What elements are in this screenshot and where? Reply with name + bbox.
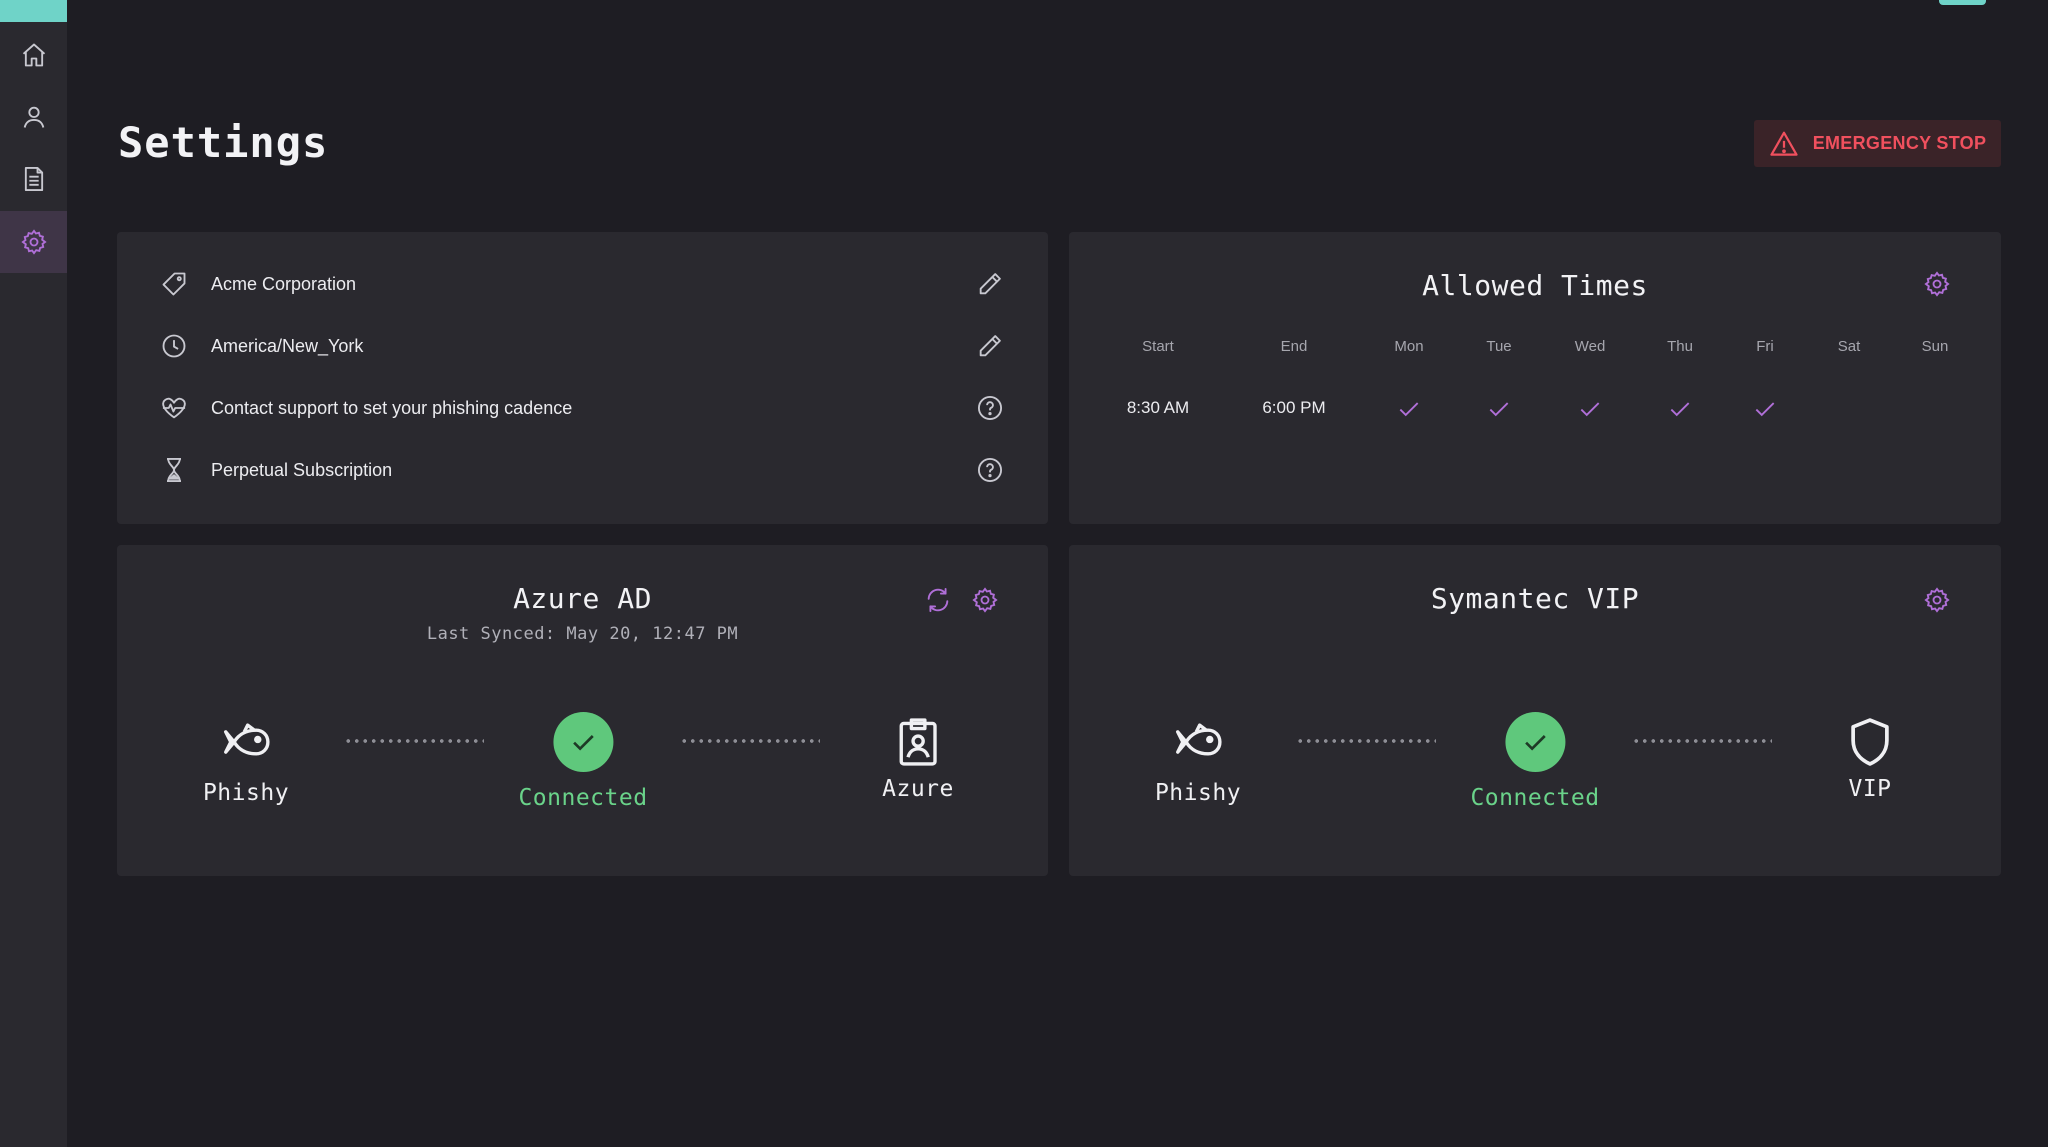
mon-check-icon bbox=[1396, 396, 1422, 427]
document-icon bbox=[24, 166, 43, 192]
check-circle-icon bbox=[553, 712, 613, 772]
info-row-subscription: Perpetual Subscription bbox=[159, 450, 1006, 490]
azure-connected-label: Connected bbox=[518, 785, 648, 811]
azure-label: Azure bbox=[882, 776, 954, 802]
home-icon bbox=[22, 43, 45, 67]
warning-icon bbox=[1770, 131, 1798, 156]
gear-icon bbox=[1924, 271, 1950, 297]
info-row-timezone: America/New_York bbox=[159, 326, 1006, 366]
symantec-vip-card: Symantec VIP Phishy Connected VIP bbox=[1069, 545, 2001, 876]
phishy-label: Phishy bbox=[202, 780, 290, 806]
sidebar bbox=[0, 0, 67, 1147]
vip-settings-button[interactable] bbox=[1921, 584, 1953, 616]
azure-sync-button[interactable] bbox=[922, 584, 954, 616]
sidebar-item-reports[interactable] bbox=[0, 148, 67, 210]
sidebar-item-settings[interactable] bbox=[0, 211, 67, 273]
vip-status: Connected bbox=[1470, 712, 1599, 811]
vip-right-connector bbox=[1632, 739, 1772, 743]
page-title: Settings bbox=[118, 118, 329, 167]
sidebar-item-home[interactable] bbox=[0, 24, 67, 86]
vip-phishy-node: Phishy bbox=[1155, 712, 1241, 806]
azure-ad-card: Azure AD Last Synced: May 20, 12:47 PM P… bbox=[117, 545, 1048, 876]
header-start: Start bbox=[1142, 338, 1174, 355]
azure-ad-title: Azure AD bbox=[513, 582, 652, 615]
gear-icon bbox=[20, 229, 47, 255]
header-thu: Thu bbox=[1667, 338, 1693, 355]
heartbeat-icon bbox=[159, 393, 189, 423]
shield-icon bbox=[1840, 712, 1900, 772]
pencil-icon bbox=[979, 273, 1001, 295]
header-sun: Sun bbox=[1921, 338, 1949, 355]
vip-provider-node: VIP bbox=[1840, 712, 1900, 802]
gear-icon bbox=[972, 587, 998, 613]
user-icon bbox=[23, 106, 44, 128]
fish-icon bbox=[216, 712, 276, 772]
info-row-organization: Acme Corporation bbox=[159, 264, 1006, 304]
info-row-cadence: Contact support to set your phishing cad… bbox=[159, 388, 1006, 428]
azure-right-connector bbox=[680, 739, 820, 743]
header-end: End bbox=[1280, 338, 1308, 355]
emergency-stop-button[interactable]: EMERGENCY STOP bbox=[1754, 120, 2001, 167]
emergency-stop-label: EMERGENCY STOP bbox=[1812, 133, 1987, 153]
timezone-value: America/New_York bbox=[211, 335, 364, 356]
vip-left-connector bbox=[1296, 739, 1436, 743]
subscription-help-button[interactable] bbox=[974, 454, 1006, 486]
header-fri: Fri bbox=[1756, 338, 1774, 355]
edit-organization-button[interactable] bbox=[974, 268, 1006, 300]
azure-left-connector bbox=[344, 739, 484, 743]
phishy-label: Phishy bbox=[1154, 780, 1242, 806]
end-time: 6:00 PM bbox=[1262, 398, 1326, 417]
tue-check-icon bbox=[1486, 396, 1512, 427]
thu-check-icon bbox=[1667, 396, 1693, 427]
help-icon bbox=[977, 457, 1003, 483]
cadence-help-button[interactable] bbox=[974, 392, 1006, 424]
brand-bar[interactable] bbox=[0, 0, 67, 22]
sync-icon bbox=[927, 587, 949, 613]
start-time: 8:30 AM bbox=[1126, 398, 1190, 417]
azure-settings-button[interactable] bbox=[969, 584, 1001, 616]
clock-icon bbox=[159, 331, 189, 361]
allowed-times-card: Allowed Times Start End Mon Tue Wed Thu … bbox=[1069, 232, 2001, 524]
azure-phishy-node: Phishy bbox=[203, 712, 289, 806]
header-wed: Wed bbox=[1574, 338, 1606, 355]
azure-status: Connected bbox=[518, 712, 647, 811]
subscription-text: Perpetual Subscription bbox=[211, 459, 393, 480]
allowed-times-settings-button[interactable] bbox=[1921, 268, 1953, 300]
sidebar-item-users[interactable] bbox=[0, 86, 67, 148]
symantec-vip-title: Symantec VIP bbox=[1430, 582, 1640, 615]
azure-last-synced: Last Synced: May 20, 12:47 PM bbox=[426, 624, 739, 644]
help-icon bbox=[977, 395, 1003, 421]
fish-icon bbox=[1168, 712, 1228, 772]
check-circle-icon bbox=[1505, 712, 1565, 772]
gear-icon bbox=[1924, 587, 1950, 613]
corner-accent bbox=[1939, 0, 1986, 5]
hourglass-icon bbox=[159, 455, 189, 485]
azure-provider-node: Azure bbox=[882, 712, 954, 802]
header-sat: Sat bbox=[1837, 338, 1861, 355]
vip-label: VIP bbox=[1848, 776, 1892, 802]
header-mon: Mon bbox=[1394, 338, 1424, 355]
allowed-times-header: Start End Mon Tue Wed Thu Fri Sat Sun bbox=[1069, 338, 2001, 368]
organization-name: Acme Corporation bbox=[211, 273, 357, 294]
organization-info-card: Acme Corporation America/New_York Contac… bbox=[117, 232, 1048, 524]
tag-icon bbox=[159, 269, 189, 299]
header-tue: Tue bbox=[1486, 338, 1512, 355]
cadence-text: Contact support to set your phishing cad… bbox=[211, 397, 573, 418]
vip-connected-label: Connected bbox=[1470, 785, 1600, 811]
wed-check-icon bbox=[1577, 396, 1603, 427]
pencil-icon bbox=[979, 335, 1001, 357]
badge-icon bbox=[888, 712, 948, 772]
allowed-times-row[interactable]: 8:30 AM 6:00 PM bbox=[1069, 398, 2001, 428]
fri-check-icon bbox=[1752, 396, 1778, 427]
allowed-times-title: Allowed Times bbox=[1422, 269, 1648, 302]
edit-timezone-button[interactable] bbox=[974, 330, 1006, 362]
